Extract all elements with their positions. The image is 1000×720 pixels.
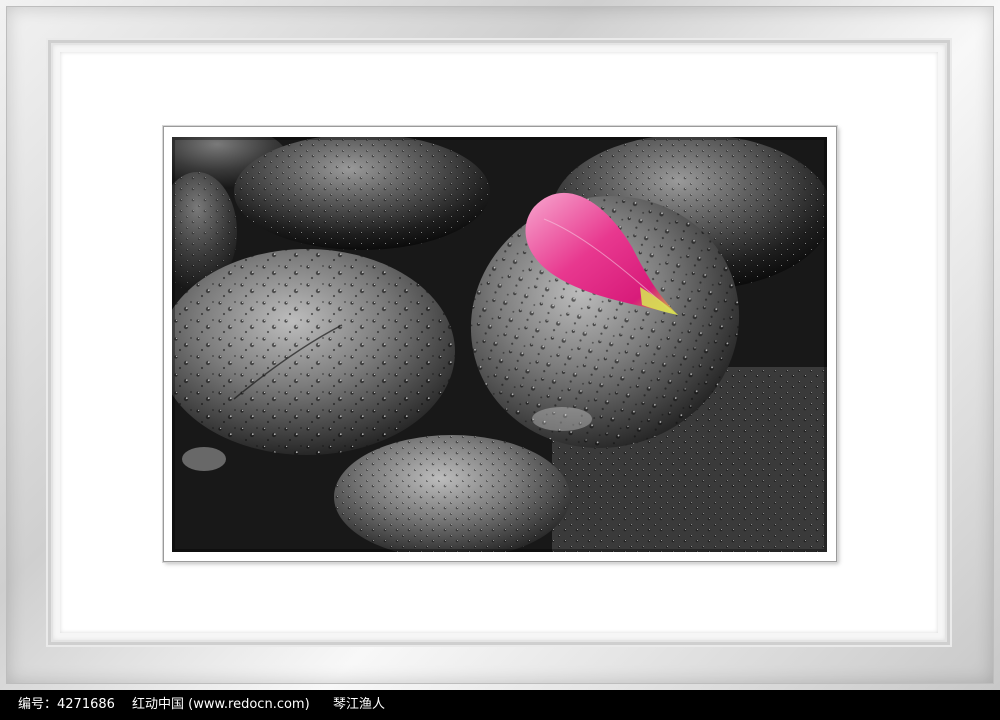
watermark-id: 编号：4271686 xyxy=(18,697,115,712)
artwork-canvas: 编号：4271686 红动中国 (www.redocn.com) 琴江渔人 xyxy=(0,0,1000,720)
stones-photo xyxy=(172,137,827,552)
watermark-site: 红动中国 (www.redocn.com) xyxy=(132,697,310,712)
watermark-author: 琴江渔人 xyxy=(333,697,386,712)
watermark-bar: 编号：4271686 红动中国 (www.redocn.com) 琴江渔人 xyxy=(0,690,1000,720)
stones-illustration xyxy=(172,137,827,552)
